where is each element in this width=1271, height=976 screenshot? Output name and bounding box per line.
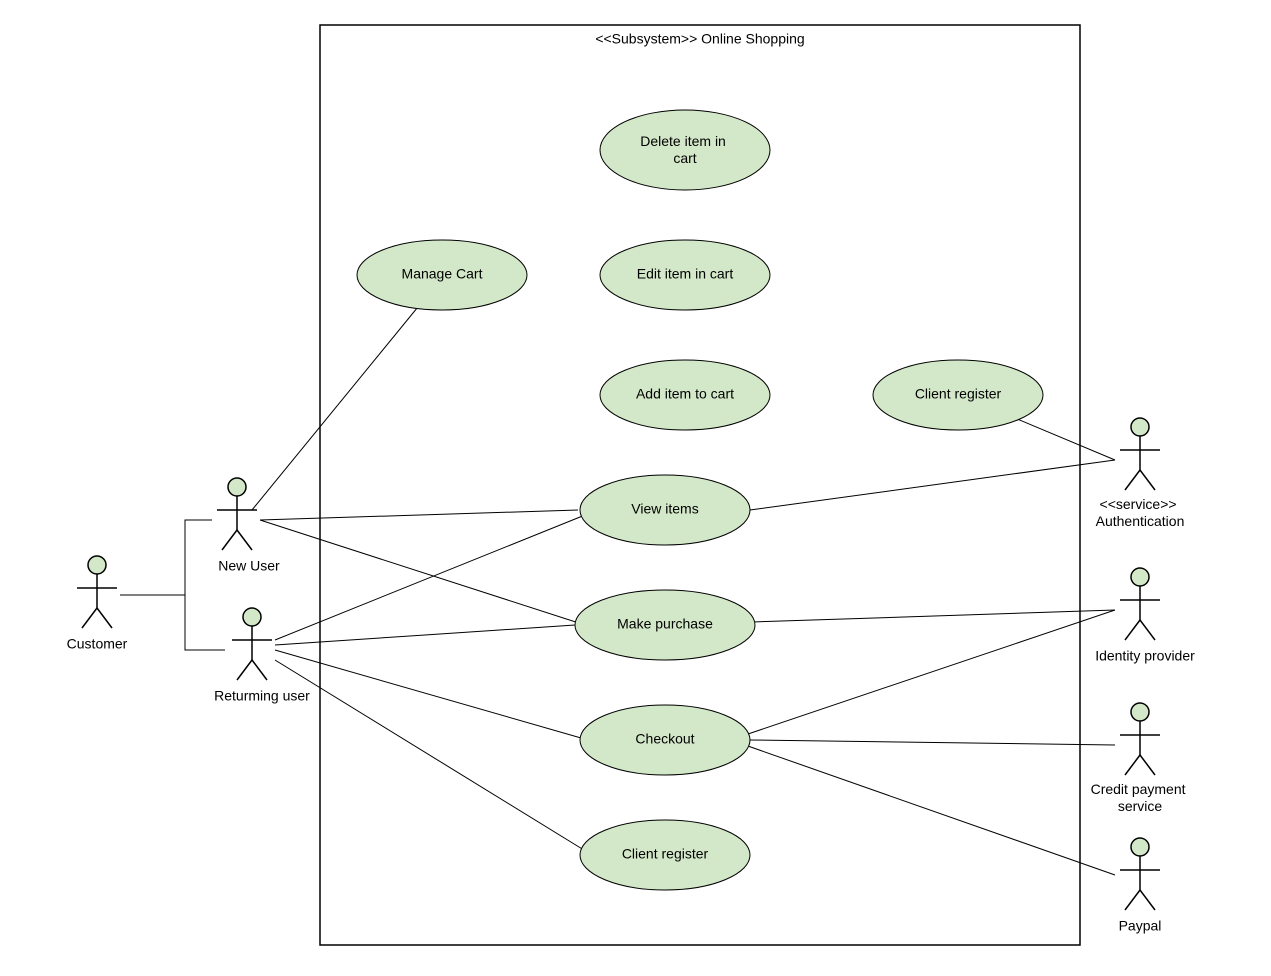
assoc-returning-checkout (275, 650, 588, 740)
usecase-view-items: View items (580, 475, 750, 545)
usecase-make-purchase: Make purchase (575, 590, 755, 660)
system-title: <<Subsystem>> Online Shopping (595, 31, 804, 47)
usecase-client-register-top: Client register (873, 360, 1043, 430)
usecase-delete-item: Delete item in cart (600, 110, 770, 190)
svg-text:Edit item in cart: Edit item in cart (637, 266, 734, 282)
svg-text:Returming user: Returming user (214, 688, 310, 704)
assoc-credit-checkout (750, 740, 1115, 745)
assoc-auth-viewitems (750, 460, 1115, 510)
actor-credit-payment: Credit payment service (1091, 703, 1190, 814)
assoc-paypal-checkout (745, 745, 1115, 875)
actor-customer: Customer (67, 556, 128, 652)
assoc-customer-returning (185, 595, 225, 650)
assoc-identity-checkout (745, 610, 1115, 735)
actor-paypal: Paypal (1119, 838, 1162, 934)
usecase-client-register-bottom: Client register (580, 820, 750, 890)
actor-new-user: New User (217, 478, 280, 574)
svg-text:<<service>> Authenticati: <<service>> Authentication (1096, 496, 1185, 529)
usecase-checkout: Checkout (580, 705, 750, 775)
assoc-newuser-managecart (252, 280, 440, 510)
assoc-returning-viewitems (275, 515, 585, 640)
svg-text:Add item to cart: Add item to cart (636, 386, 734, 402)
svg-text:New User: New User (218, 558, 280, 574)
svg-text:Make purchase: Make purchase (617, 616, 713, 632)
usecase-edit-item: Edit item in cart (600, 240, 770, 310)
usecase-diagram: <<Subsystem>> Online Shopping (0, 0, 1271, 976)
svg-text:Identity provider: Identity provider (1095, 648, 1195, 664)
actor-authentication: <<service>> Authentication (1096, 418, 1185, 529)
svg-text:Client register: Client register (915, 386, 1002, 402)
svg-text:Customer: Customer (67, 636, 128, 652)
svg-text:Manage Cart: Manage Cart (402, 266, 483, 282)
assoc-newuser-makepurchase (260, 520, 585, 625)
svg-text:Checkout: Checkout (635, 731, 694, 747)
svg-text:Credit payment service: Credit payment service (1091, 781, 1190, 814)
assoc-customer-newuser (120, 520, 212, 595)
svg-text:Paypal: Paypal (1119, 918, 1162, 934)
usecase-add-item: Add item to cart (600, 360, 770, 430)
svg-text:View items: View items (631, 501, 698, 517)
actor-identity-provider: Identity provider (1095, 568, 1195, 664)
assoc-newuser-viewitems (260, 510, 578, 520)
assoc-identity-makepurchase (752, 610, 1115, 622)
usecase-manage-cart: Manage Cart (357, 240, 527, 310)
svg-text:Client register: Client register (622, 846, 709, 862)
assoc-returning-clientregister (275, 660, 592, 855)
